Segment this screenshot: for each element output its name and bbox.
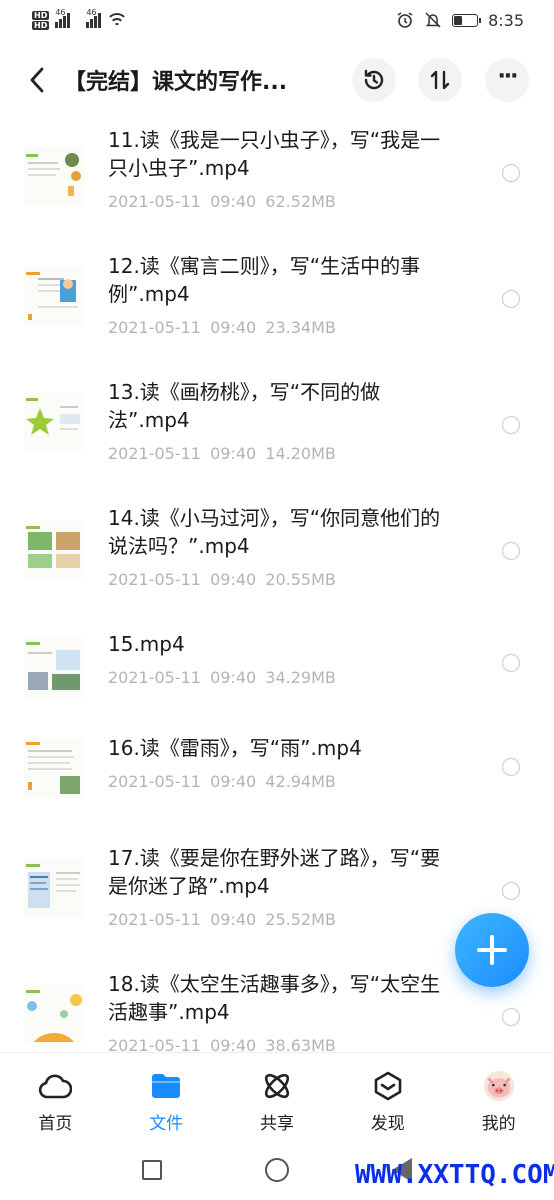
more-icon: ··· <box>497 64 518 89</box>
list-item[interactable]: 11.读《我是一只小虫子》，写“我是一只小虫子”.mp4 2021-05-11 … <box>0 126 554 236</box>
file-info: 18.读《太空生活趣事多》，写“太空生活趣事”.mp4 2021-05-11 0… <box>108 970 458 1052</box>
nav-label: 共享 <box>259 1114 294 1134</box>
select-radio[interactable] <box>502 416 520 434</box>
select-radio[interactable] <box>502 758 520 776</box>
back-button[interactable] <box>0 48 60 112</box>
page-title: 【完结】课文的写作... <box>64 70 288 95</box>
video-thumbnail <box>24 392 84 452</box>
home-circle-icon[interactable] <box>264 1158 289 1182</box>
file-meta: 2021-05-11 09:40 25.52MB <box>108 910 336 929</box>
nav-home[interactable]: 首页 <box>0 1053 111 1140</box>
signal-icon-2: 46 <box>86 8 102 28</box>
status-right: 8:35 <box>396 11 524 30</box>
status-left: HD HD 46 46 <box>32 8 128 30</box>
select-radio[interactable] <box>502 542 520 560</box>
file-info: 15.mp4 2021-05-11 09:40 34.29MB <box>108 630 458 687</box>
nav-label: 文件 <box>149 1114 184 1134</box>
watermark-text: WWW.XXTTQ.COM <box>355 1160 554 1190</box>
select-radio[interactable] <box>502 290 520 308</box>
select-radio[interactable] <box>502 164 520 182</box>
discover-box-icon <box>371 1069 405 1103</box>
file-info: 11.读《我是一只小虫子》，写“我是一只小虫子”.mp4 2021-05-11 … <box>108 126 458 211</box>
file-name: 18.读《太空生活趣事多》，写“太空生活趣事”.mp4 <box>108 972 441 1024</box>
file-list[interactable]: 11.读《我是一只小虫子》，写“我是一只小虫子”.mp4 2021-05-11 … <box>0 112 554 1052</box>
file-meta: 2021-05-11 09:40 14.20MB <box>108 444 336 463</box>
mute-bell-icon <box>425 12 441 28</box>
video-thumbnail <box>24 638 84 698</box>
alarm-icon <box>397 12 413 28</box>
video-thumbnail <box>24 738 84 798</box>
file-meta: 2021-05-11 09:40 62.52MB <box>108 192 336 211</box>
list-item[interactable]: 18.读《太空生活趣事多》，写“太空生活趣事”.mp4 2021-05-11 0… <box>0 970 554 1052</box>
video-thumbnail <box>24 984 84 1044</box>
file-name: 16.读《雷雨》，写“雨”.mp4 <box>108 736 362 760</box>
status-bar: HD HD 46 46 8:35 <box>0 0 554 40</box>
network-type-1: 46 <box>55 8 66 17</box>
file-info: 12.读《寓言二则》，写“生活中的事例”.mp4 2021-05-11 09:4… <box>108 252 458 337</box>
nav-label: 我的 <box>481 1114 516 1134</box>
file-meta: 2021-05-11 09:40 20.55MB <box>108 570 336 589</box>
hd-badge-2: HD <box>32 20 50 30</box>
file-meta: 2021-05-11 09:40 42.94MB <box>108 772 336 791</box>
plus-icon <box>477 935 507 965</box>
clock-time: 8:35 <box>488 10 524 30</box>
nav-label: 发现 <box>370 1114 405 1134</box>
history-icon <box>364 69 384 90</box>
file-info: 16.读《雷雨》，写“雨”.mp4 2021-05-11 09:40 42.94… <box>108 734 458 791</box>
file-meta: 2021-05-11 09:40 34.29MB <box>108 668 336 687</box>
nav-share[interactable]: 共享 <box>222 1053 333 1140</box>
cloud-home-icon <box>38 1069 73 1103</box>
chevron-left-icon <box>30 67 44 93</box>
wifi-icon <box>107 12 128 28</box>
nav-label: 首页 <box>38 1114 73 1134</box>
hd-badges: HD HD <box>32 10 50 30</box>
file-meta: 2021-05-11 09:40 38.63MB <box>108 1036 336 1052</box>
list-item[interactable]: 14.读《小马过河》，写“你同意他们的说法吗？”.mp4 2021-05-11 … <box>0 504 554 614</box>
file-name: 15.mp4 <box>108 632 185 656</box>
battery-icon <box>452 13 482 27</box>
select-radio[interactable] <box>502 654 520 672</box>
file-meta: 2021-05-11 09:40 23.34MB <box>108 318 336 337</box>
top-bar: 【完结】课文的写作... ··· <box>0 48 554 112</box>
nav-me[interactable]: 我的 <box>443 1053 554 1140</box>
list-item[interactable]: 15.mp4 2021-05-11 09:40 34.29MB <box>0 630 554 720</box>
video-thumbnail <box>24 520 84 580</box>
list-item[interactable]: 13.读《画杨桃》，写“不同的做法”.mp4 2021-05-11 09:40 … <box>0 378 554 488</box>
file-name: 17.读《要是你在野外迷了路》，写“要是你迷了路”.mp4 <box>108 846 441 898</box>
atom-share-icon <box>260 1069 294 1103</box>
nav-discover[interactable]: 发现 <box>332 1053 443 1140</box>
recents-square-icon[interactable] <box>141 1160 162 1180</box>
bottom-nav: 首页 文件 共享 发现 我的 <box>0 1052 554 1140</box>
list-item[interactable]: 12.读《寓言二则》，写“生活中的事例”.mp4 2021-05-11 09:4… <box>0 252 554 362</box>
video-thumbnail <box>24 858 84 918</box>
video-thumbnail <box>24 146 84 206</box>
file-name: 14.读《小马过河》，写“你同意他们的说法吗？”.mp4 <box>108 506 441 558</box>
file-info: 17.读《要是你在野外迷了路》，写“要是你迷了路”.mp4 2021-05-11… <box>108 844 458 929</box>
more-button[interactable]: ··· <box>485 58 529 102</box>
select-radio[interactable] <box>502 882 520 900</box>
file-info: 13.读《画杨桃》，写“不同的做法”.mp4 2021-05-11 09:40 … <box>108 378 458 463</box>
history-button[interactable] <box>352 58 396 102</box>
folder-icon <box>149 1069 183 1103</box>
list-item[interactable]: 16.读《雷雨》，写“雨”.mp4 2021-05-11 09:40 42.94… <box>0 734 554 824</box>
signal-icon-1: 46 <box>55 8 71 28</box>
sort-icon <box>430 70 450 90</box>
nav-files[interactable]: 文件 <box>111 1053 222 1140</box>
upload-button[interactable] <box>455 913 529 987</box>
video-thumbnail <box>24 266 84 326</box>
file-info: 14.读《小马过河》，写“你同意他们的说法吗？”.mp4 2021-05-11 … <box>108 504 458 589</box>
file-name: 12.读《寓言二则》，写“生活中的事例”.mp4 <box>108 254 421 306</box>
pig-avatar-icon <box>482 1069 516 1103</box>
network-type-2: 46 <box>86 8 97 17</box>
select-radio[interactable] <box>502 1008 520 1026</box>
file-name: 11.读《我是一只小虫子》，写“我是一只小虫子”.mp4 <box>108 128 441 180</box>
sort-button[interactable] <box>418 58 462 102</box>
file-name: 13.读《画杨桃》，写“不同的做法”.mp4 <box>108 380 381 432</box>
hd-badge-1: HD <box>32 10 50 20</box>
